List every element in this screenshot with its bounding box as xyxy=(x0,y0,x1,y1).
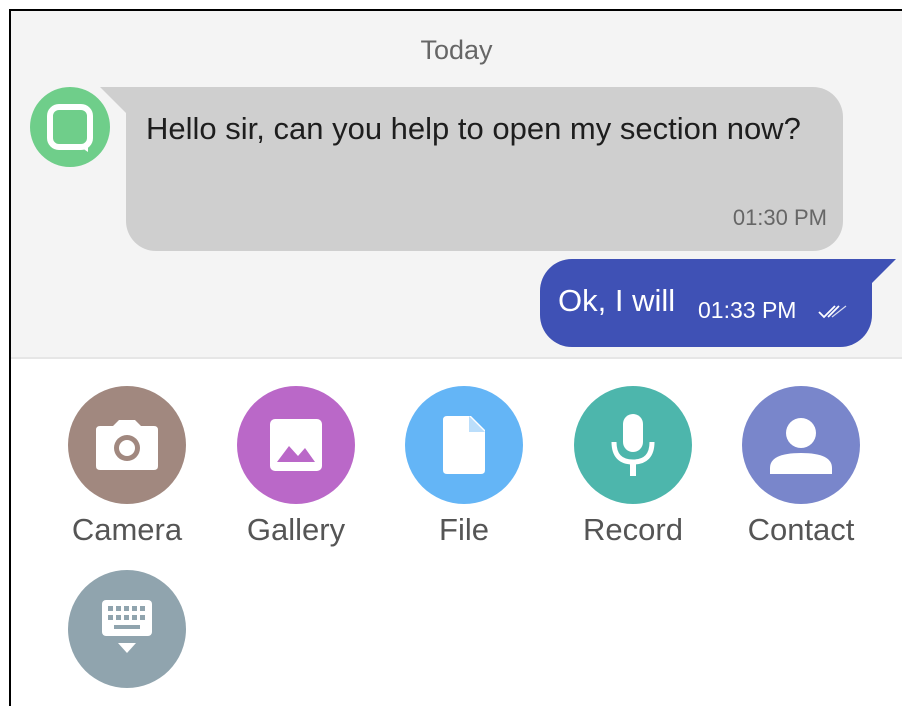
record-circle xyxy=(574,386,692,504)
attach-gallery-button[interactable]: Gallery xyxy=(212,386,380,556)
date-separator: Today xyxy=(420,35,493,65)
person-icon xyxy=(770,418,832,474)
outgoing-message-bubble[interactable]: Ok, I will 01:33 PM xyxy=(540,259,896,347)
contact-circle xyxy=(742,386,860,504)
file-circle xyxy=(405,386,523,504)
chat-bubble-icon xyxy=(47,104,93,152)
contact-avatar[interactable] xyxy=(30,87,110,167)
gallery-circle xyxy=(237,386,355,504)
incoming-message-bubble[interactable]: Hello sir, can you help to open my secti… xyxy=(100,87,843,251)
bubble-tail xyxy=(872,259,896,283)
incoming-message-text: Hello sir, can you help to open my secti… xyxy=(146,111,801,146)
keyboard-hide-icon xyxy=(102,600,152,653)
attach-file-button[interactable]: File xyxy=(380,386,548,556)
camera-circle xyxy=(68,386,186,504)
image-icon xyxy=(270,419,322,471)
bubble-tail xyxy=(100,87,126,113)
attach-record-label: Record xyxy=(583,512,683,547)
attach-file-label: File xyxy=(439,512,489,547)
hide-keyboard-button[interactable] xyxy=(43,570,211,706)
camera-icon xyxy=(96,420,158,470)
attach-contact-label: Contact xyxy=(747,512,855,547)
outgoing-message-text: Ok, I will xyxy=(558,283,676,318)
double-check-icon xyxy=(818,305,847,319)
incoming-message-time: 01:30 PM xyxy=(732,205,827,230)
attach-camera-label: Camera xyxy=(71,512,183,547)
attach-gallery-label: Gallery xyxy=(246,512,346,547)
message-list[interactable]: Today Hello sir, can you help to open my… xyxy=(11,11,902,359)
attach-record-button[interactable]: Record xyxy=(549,386,717,556)
chat-screen: Today Hello sir, can you help to open my… xyxy=(9,9,902,706)
microphone-icon xyxy=(611,414,655,476)
file-icon xyxy=(443,416,485,474)
keyboard-circle xyxy=(68,570,186,688)
outgoing-message-time: 01:33 PM xyxy=(698,297,797,323)
attach-camera-button[interactable]: Camera xyxy=(43,386,211,556)
attach-contact-button[interactable]: Contact xyxy=(717,386,885,556)
